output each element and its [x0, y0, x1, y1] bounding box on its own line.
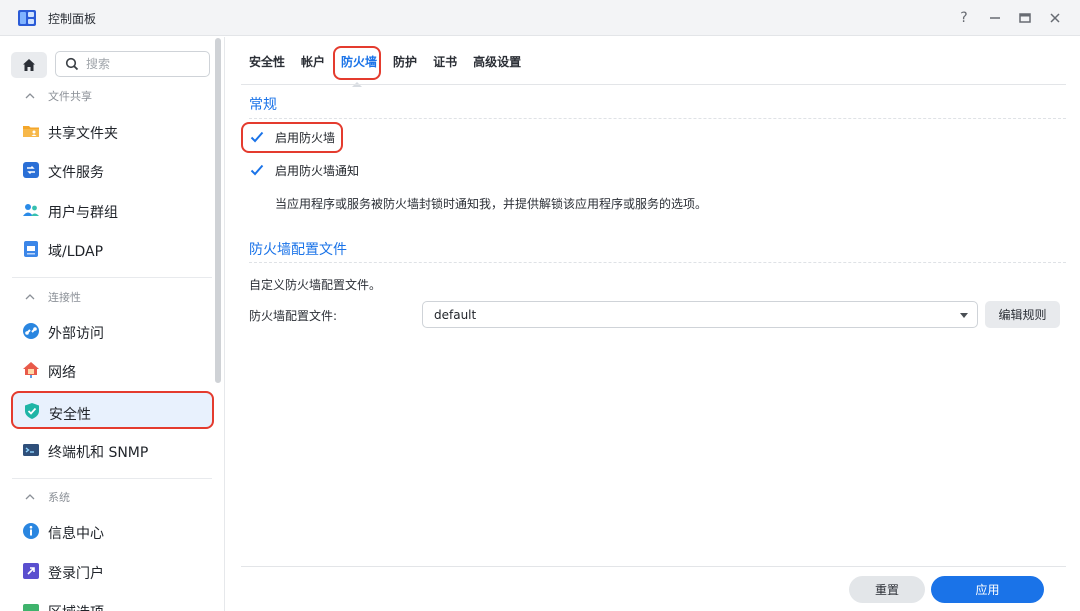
reset-button[interactable]: 重置 [849, 576, 925, 603]
enable-firewall-notify-checkbox[interactable]: 启用防火墙通知 [249, 159, 359, 181]
home-icon [23, 59, 35, 71]
section-header-file-sharing[interactable]: 文件共享 [24, 87, 92, 105]
highlight-box [333, 46, 382, 80]
sidebar-item-users-groups[interactable]: 用户与群组 [12, 193, 213, 227]
sidebar-item-regional-options[interactable]: 区域选项 [12, 593, 213, 611]
sidebar: 文件共享 共享文件夹 文件服务 用户与群组 域/LDAP 连接性 [0, 37, 225, 611]
tab-bar: 安全性 帐户 防火墙 防护 证书 高级设置 [241, 44, 529, 87]
notify-description: 当应用程序或服务被防火墙封锁时通知我，并提供解锁该应用程序或服务的选项。 [275, 197, 708, 211]
help-icon[interactable]: ? [954, 8, 974, 28]
tab-account[interactable]: 帐户 [293, 44, 333, 78]
terminal-icon [23, 444, 39, 456]
sidebar-item-network[interactable]: 网络 [12, 353, 213, 387]
chevron-up-icon [25, 494, 35, 500]
home-button[interactable] [11, 52, 47, 78]
dropdown-arrow-icon [960, 313, 968, 318]
chevron-up-icon [25, 294, 35, 300]
sidebar-item-domain-ldap[interactable]: 域/LDAP [12, 232, 213, 266]
tab-firewall[interactable]: 防火墙 [333, 44, 385, 87]
sidebar-item-external-access[interactable]: 外部访问 [12, 314, 213, 348]
footer-divider [241, 566, 1066, 567]
chevron-up-icon [25, 93, 35, 99]
info-icon [23, 523, 39, 539]
sidebar-item-security[interactable]: 安全性 [11, 391, 214, 429]
login-portal-icon [23, 563, 39, 579]
sidebar-item-login-portal[interactable]: 登录门户 [12, 554, 213, 588]
close-icon[interactable] [1045, 8, 1065, 28]
shield-icon [25, 403, 39, 419]
checkmark-icon [250, 131, 264, 143]
sidebar-item-terminal-snmp[interactable]: 终端机和 SNMP [12, 433, 213, 467]
window-title: 控制面板 [48, 12, 97, 26]
tab-advanced[interactable]: 高级设置 [465, 44, 529, 78]
title-bar: 控制面板 ? [0, 0, 1080, 36]
section-divider [249, 118, 1066, 119]
section-header-system[interactable]: 系统 [24, 488, 70, 506]
search-box[interactable] [55, 51, 210, 77]
network-icon [23, 362, 39, 378]
tab-protection[interactable]: 防护 [385, 44, 425, 78]
section-divider [249, 262, 1066, 263]
maximize-icon[interactable] [1015, 8, 1035, 28]
domain-ldap-icon [24, 241, 38, 257]
external-access-icon [23, 323, 39, 339]
search-icon [65, 57, 79, 71]
shared-folder-icon [23, 126, 39, 137]
profile-field-label: 防火墙配置文件: [249, 309, 338, 323]
control-panel-icon [18, 10, 36, 26]
sidebar-item-shared-folder[interactable]: 共享文件夹 [12, 114, 213, 148]
sidebar-divider [12, 478, 212, 479]
sidebar-divider [12, 277, 212, 278]
edit-rules-button[interactable]: 编辑规则 [985, 301, 1060, 328]
apply-button[interactable]: 应用 [931, 576, 1044, 603]
tab-certificate[interactable]: 证书 [425, 44, 465, 78]
checkmark-icon [250, 164, 264, 176]
enable-firewall-checkbox[interactable]: 启用防火墙 [249, 126, 335, 148]
sidebar-item-info-center[interactable]: 信息中心 [12, 514, 213, 548]
firewall-profile-select[interactable]: default [422, 301, 978, 328]
regional-options-icon [23, 604, 39, 611]
sidebar-item-file-services[interactable]: 文件服务 [12, 153, 213, 187]
search-input[interactable] [86, 55, 201, 73]
sidebar-scrollbar[interactable] [215, 38, 221, 383]
section-title-firewall-profile: 防火墙配置文件 [249, 242, 347, 258]
minimize-icon[interactable] [985, 8, 1005, 28]
tab-divider [241, 84, 1066, 85]
users-icon [23, 204, 39, 216]
profile-intro: 自定义防火墙配置文件。 [249, 278, 382, 292]
section-title-general: 常规 [249, 97, 277, 113]
file-services-icon [23, 162, 39, 178]
tab-security[interactable]: 安全性 [241, 44, 293, 78]
section-header-connectivity[interactable]: 连接性 [24, 288, 81, 306]
